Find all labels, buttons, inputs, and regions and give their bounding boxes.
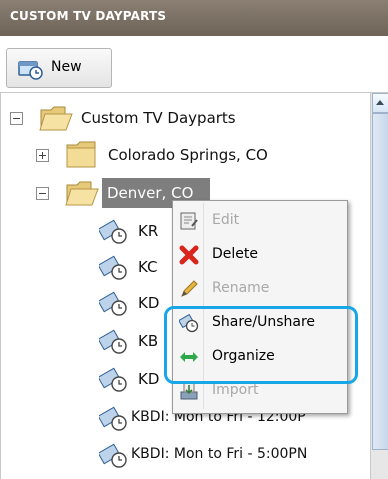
tree-item-label: KC bbox=[138, 258, 158, 276]
daypart-icon bbox=[99, 255, 127, 280]
tree-node-root-label: Custom TV Dayparts bbox=[81, 109, 236, 127]
new-daypart-icon bbox=[18, 61, 43, 80]
tree-node-folder[interactable]: Colorado Springs, CO bbox=[36, 141, 356, 171]
panel-title: CUSTOM TV DAYPARTS bbox=[10, 9, 167, 23]
menu-item-label: Import bbox=[212, 382, 259, 398]
tree-item-label: KD bbox=[138, 370, 160, 388]
tree-item-daypart[interactable]: KC bbox=[99, 253, 179, 283]
folder-icon bbox=[66, 141, 96, 168]
tree-item-daypart[interactable]: KR bbox=[99, 217, 179, 247]
daypart-icon bbox=[99, 406, 127, 431]
menu-item-delete[interactable]: Delete bbox=[173, 238, 347, 272]
edit-icon bbox=[180, 212, 198, 230]
collapse-toggle[interactable] bbox=[36, 187, 49, 200]
daypart-icon bbox=[99, 329, 127, 354]
tree-item-daypart[interactable]: KBDI: Mon to Fri - 5:00PN bbox=[99, 441, 371, 471]
open-folder-icon bbox=[65, 181, 99, 206]
new-button[interactable]: New bbox=[6, 48, 112, 88]
daypart-icon bbox=[99, 219, 127, 244]
daypart-icon bbox=[99, 367, 127, 392]
daypart-icon bbox=[99, 291, 127, 316]
daypart-icon bbox=[99, 443, 127, 468]
pencil-icon bbox=[181, 280, 198, 297]
collapse-toggle[interactable] bbox=[10, 112, 23, 125]
tree-node-root[interactable]: Custom TV Dayparts bbox=[10, 104, 350, 134]
highlight-callout bbox=[164, 306, 358, 384]
tree-item-label: KBDI: Mon to Fri - 5:00PN bbox=[131, 446, 308, 462]
import-icon bbox=[180, 382, 198, 400]
menu-item-label: Rename bbox=[212, 280, 270, 296]
menu-item-label: Edit bbox=[212, 212, 240, 228]
tree-item-label: KD bbox=[138, 294, 160, 312]
expand-toggle[interactable] bbox=[36, 149, 49, 162]
scrollbar-thumb[interactable] bbox=[372, 113, 388, 450]
new-button-label: New bbox=[51, 59, 82, 75]
menu-item-label: Delete bbox=[212, 246, 258, 262]
toolbar: New bbox=[0, 36, 388, 93]
delete-x-icon bbox=[179, 245, 199, 265]
tree-item-label: KB bbox=[138, 332, 159, 350]
menu-item-edit[interactable]: Edit bbox=[173, 204, 347, 238]
tree-node-folder-label: Colorado Springs, CO bbox=[108, 146, 268, 164]
open-folder-icon bbox=[39, 106, 73, 131]
tree-item-label: KR bbox=[138, 222, 159, 240]
scroll-up-arrow-icon[interactable] bbox=[372, 93, 388, 113]
panel-titlebar: CUSTOM TV DAYPARTS bbox=[0, 0, 388, 36]
vertical-scrollbar[interactable] bbox=[370, 93, 388, 479]
menu-item-rename[interactable]: Rename bbox=[173, 272, 347, 306]
